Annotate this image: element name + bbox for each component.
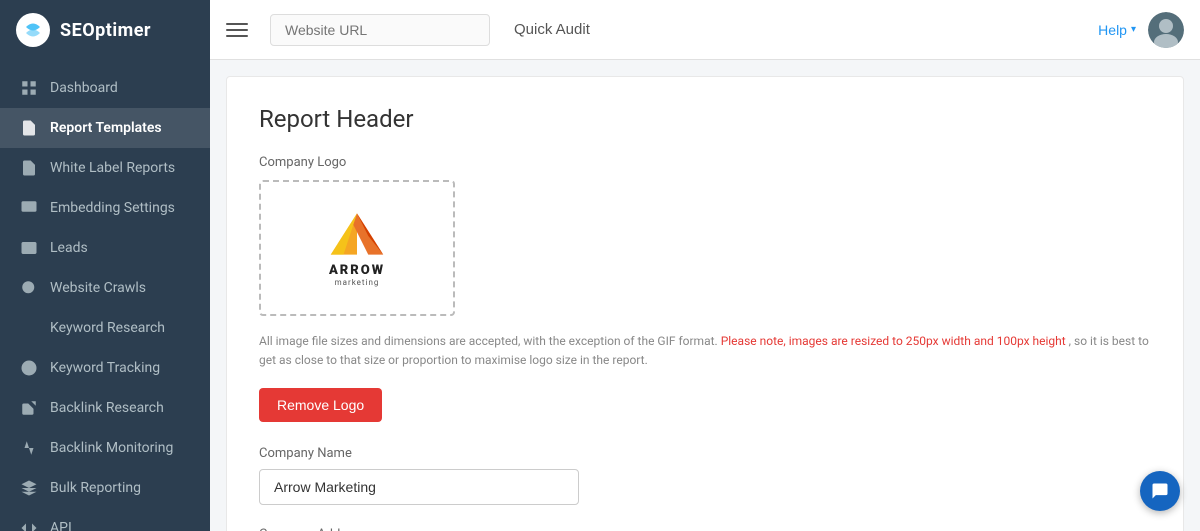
hamburger-line-3: [226, 35, 248, 37]
crosshair-icon: [20, 359, 38, 377]
hamburger-line-2: [226, 29, 248, 31]
sidebar-label-embedding: Embedding Settings: [50, 200, 175, 216]
company-name-label: Company Name: [259, 446, 1151, 461]
company-logo-label: Company Logo: [259, 155, 1151, 170]
external-link-icon: [20, 399, 38, 417]
sidebar-item-dashboard[interactable]: Dashboard: [0, 68, 210, 108]
sidebar-item-report-templates[interactable]: Report Templates: [0, 108, 210, 148]
sidebar-item-embedding[interactable]: Embedding Settings: [0, 188, 210, 228]
chat-bubble[interactable]: [1140, 471, 1180, 511]
chevron-down-icon: ▾: [1131, 24, 1136, 35]
logo-text-area: ARROW marketing: [329, 263, 385, 287]
layers-icon: [20, 479, 38, 497]
logo-text: SEOptimer: [60, 20, 151, 41]
sidebar-label-keyword-research: Keyword Research: [50, 320, 165, 336]
image-note-highlight: Please note, images are resized to 250px…: [721, 334, 1066, 348]
help-label: Help: [1098, 22, 1127, 38]
seoptimer-logo-icon: [16, 13, 50, 47]
code-icon: [20, 519, 38, 531]
logo-company-name: ARROW: [329, 263, 385, 278]
arrow-logo-svg: [327, 209, 387, 259]
avatar[interactable]: [1148, 12, 1184, 48]
search-icon: [20, 279, 38, 297]
quick-audit-button[interactable]: Quick Audit: [496, 14, 608, 45]
sidebar-label-backlink-monitoring: Backlink Monitoring: [50, 440, 173, 456]
envelope-icon: [20, 239, 38, 257]
sidebar-label-api: API: [50, 520, 72, 531]
sidebar: Dashboard Report Templates White Label R…: [0, 60, 210, 531]
main-layout: Dashboard Report Templates White Label R…: [0, 60, 1200, 531]
grid-icon: [20, 79, 38, 97]
chat-icon: [1150, 481, 1170, 501]
url-input[interactable]: [270, 14, 490, 46]
monitor-icon: [20, 199, 38, 217]
sidebar-label-website-crawls: Website Crawls: [50, 280, 146, 296]
sidebar-label-keyword-tracking: Keyword Tracking: [50, 360, 160, 376]
sidebar-item-bulk-reporting[interactable]: Bulk Reporting: [0, 468, 210, 508]
topbar-main: Quick Audit Help ▾: [210, 0, 1200, 60]
file-edit-icon: [20, 119, 38, 137]
topbar: SEOptimer Quick Audit Help ▾: [0, 0, 1200, 60]
hamburger-line-1: [226, 23, 248, 25]
arrow-logo: ARROW marketing: [327, 209, 387, 287]
user-icon: [1148, 12, 1184, 48]
logo-company-sub: marketing: [329, 278, 385, 287]
file-text-icon: [20, 159, 38, 177]
image-note: All image file sizes and dimensions are …: [259, 332, 1151, 370]
sidebar-label-bulk-reporting: Bulk Reporting: [50, 480, 141, 496]
activity-icon: [20, 439, 38, 457]
company-address-label: Company Address: [259, 527, 1151, 531]
company-name-input[interactable]: [259, 469, 579, 505]
sidebar-label-leads: Leads: [50, 240, 88, 256]
logo-area: SEOptimer: [0, 0, 210, 60]
panel-title: Report Header: [259, 105, 1151, 133]
sidebar-item-backlink-monitoring[interactable]: Backlink Monitoring: [0, 428, 210, 468]
sidebar-item-white-label[interactable]: White Label Reports: [0, 148, 210, 188]
sidebar-item-website-crawls[interactable]: Website Crawls: [0, 268, 210, 308]
content-area: Report Header Company Logo: [210, 60, 1200, 531]
logo-upload-box[interactable]: ARROW marketing: [259, 180, 455, 316]
sidebar-item-api[interactable]: API: [0, 508, 210, 531]
remove-logo-button[interactable]: Remove Logo: [259, 388, 382, 422]
sidebar-label-dashboard: Dashboard: [50, 80, 118, 96]
sidebar-label-backlink-research: Backlink Research: [50, 400, 164, 416]
sidebar-item-keyword-research[interactable]: Keyword Research: [0, 308, 210, 348]
sidebar-item-leads[interactable]: Leads: [0, 228, 210, 268]
help-button[interactable]: Help ▾: [1098, 22, 1136, 38]
topbar-right: Help ▾: [1098, 12, 1184, 48]
bar-chart-icon: [20, 319, 38, 337]
sidebar-label-report-templates: Report Templates: [50, 120, 162, 136]
sidebar-item-keyword-tracking[interactable]: Keyword Tracking: [0, 348, 210, 388]
sidebar-item-backlink-research[interactable]: Backlink Research: [0, 388, 210, 428]
hamburger-button[interactable]: [226, 17, 258, 43]
content-panel: Report Header Company Logo: [226, 76, 1184, 531]
image-note-normal: All image file sizes and dimensions are …: [259, 334, 718, 348]
sidebar-label-white-label: White Label Reports: [50, 160, 175, 176]
